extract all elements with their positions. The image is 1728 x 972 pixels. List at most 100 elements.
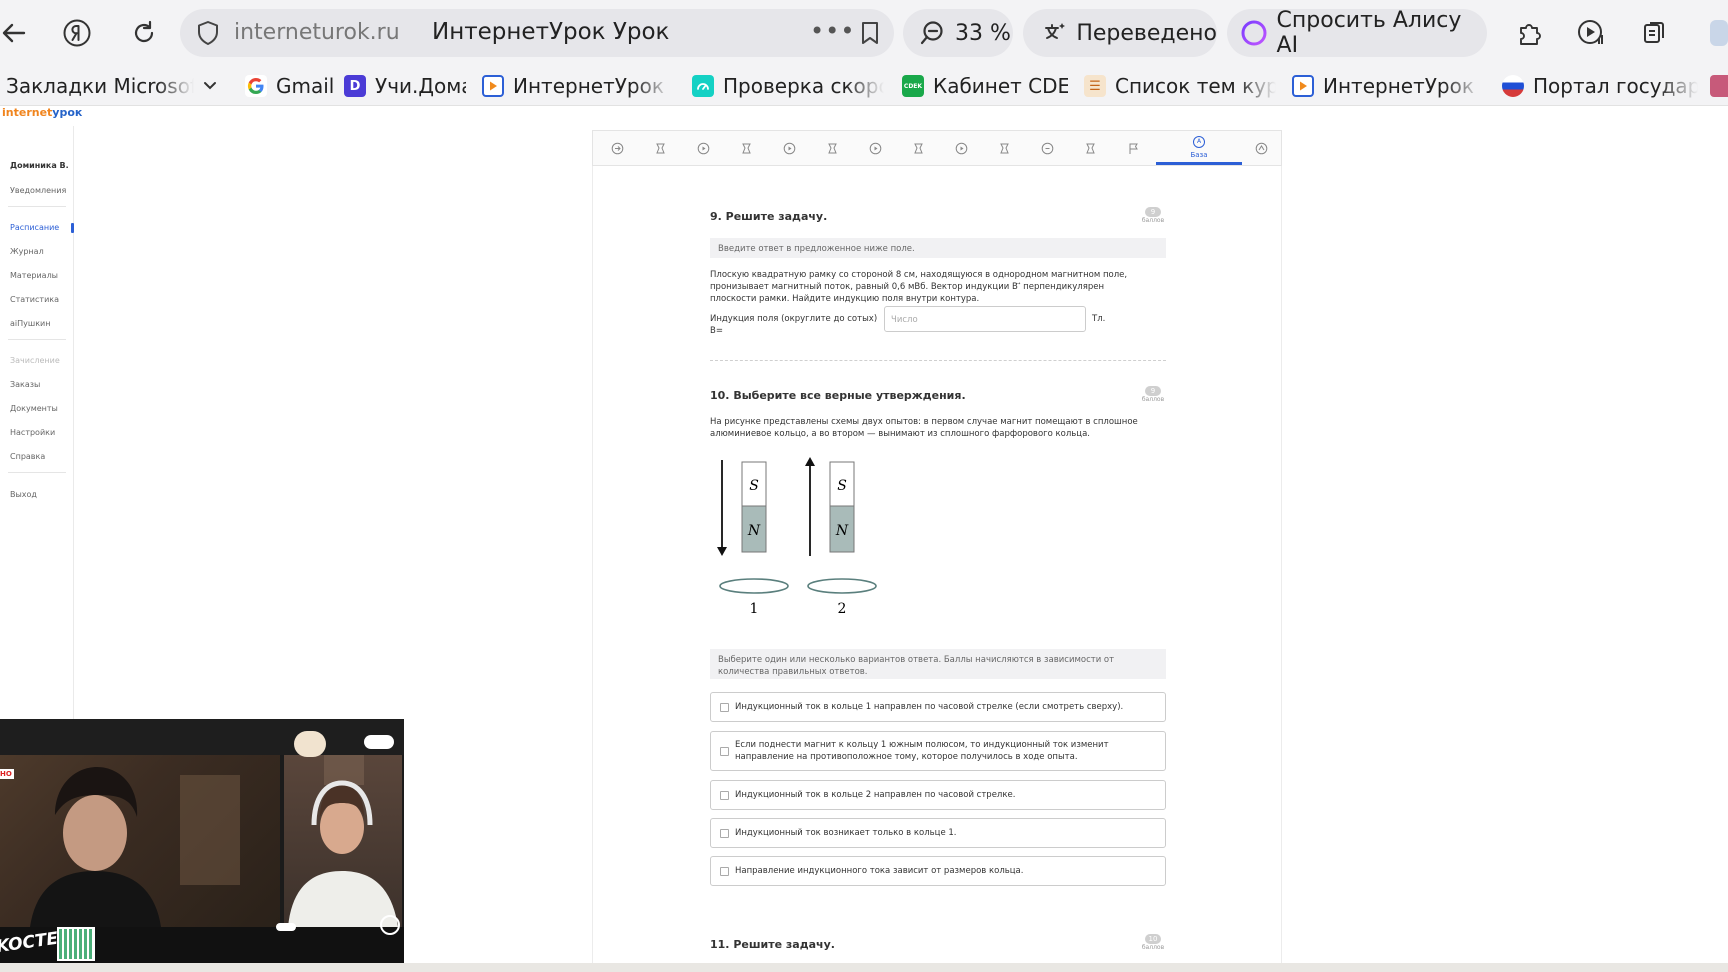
nav-step-trainer-icon[interactable] (651, 139, 669, 157)
profile-icon[interactable] (1700, 13, 1728, 53)
q10-title: 10. Выберите все верные утверждения. (710, 389, 966, 402)
tab-page-title: ИнтернетУрок Урок (432, 19, 670, 45)
overlay-top-band (0, 719, 404, 755)
bookmark-speedtest[interactable]: Проверка скорос (692, 71, 884, 101)
q9-unit: Тл. (1092, 314, 1106, 324)
q10-body: На рисунке представлены схемы двух опыто… (710, 417, 1138, 439)
bookmark-folder-microsoft[interactable]: Закладки Microsoft E (6, 71, 194, 101)
russia-flag-icon (1502, 75, 1524, 97)
pole-s-2: S (837, 478, 847, 494)
bookmark-overflow[interactable] (1710, 71, 1728, 101)
q10-option-2[interactable]: Если поднести магнит к кольцу 1 южным по… (710, 731, 1166, 771)
q10-option-5[interactable]: Направление индукционного тока зависит о… (710, 856, 1166, 886)
bookmark-label: Кабинет CDEK (933, 74, 1068, 98)
bookmark-gosuslugi[interactable]: Портал государс (1502, 71, 1698, 101)
sidebar-item-enrollment[interactable]: Зачисление (10, 356, 60, 365)
sidebar-item-help[interactable]: Справка (10, 452, 45, 461)
nav-step-flag-icon[interactable] (1124, 139, 1142, 157)
reload-icon[interactable] (124, 13, 164, 53)
nav-step-video-icon[interactable] (780, 139, 798, 157)
bookmark-label: Закладки Microsoft E (6, 74, 194, 98)
bookmark-label: Портал государс (1533, 74, 1698, 98)
sidebar-item-schedule[interactable]: Расписание (10, 223, 59, 232)
q10-option-4-text: Индукционный ток возникает только в коль… (735, 828, 957, 838)
more-dots-icon[interactable]: ••• (810, 17, 855, 45)
sidebar-item-notifications[interactable]: Уведомления (10, 186, 66, 195)
nav-step-trainer-icon[interactable] (909, 139, 927, 157)
q9-answer-input[interactable]: Число (884, 306, 1086, 332)
q9-points-badge: 9 баллов (1141, 207, 1165, 224)
shield-icon[interactable] (194, 19, 222, 47)
nav-step-advanced-icon[interactable] (1252, 139, 1270, 157)
q10-option-1[interactable]: Индукционный ток в кольце 1 направлен по… (710, 692, 1166, 722)
nav-step-video-icon[interactable] (694, 139, 712, 157)
bookmark-interneturok-2[interactable]: ИнтернетУрок Ра (1292, 71, 1482, 101)
stream-video-overlay[interactable]: HO KOCTEK (0, 719, 404, 963)
nav-step-trainer-icon[interactable] (823, 139, 841, 157)
sidebar-item-documents[interactable]: Документы (10, 404, 58, 413)
video-player-icon[interactable] (1571, 13, 1611, 53)
bookmark-label: Список тем курса (1115, 74, 1276, 98)
sidebar-item-statistics[interactable]: Статистика (10, 295, 59, 304)
sidebar-item-logout[interactable]: Выход (10, 490, 37, 499)
collections-icon[interactable] (1634, 13, 1674, 53)
ask-alice-label: Спросить Алису AI (1276, 8, 1462, 58)
nav-step-video-icon[interactable] (866, 139, 884, 157)
checkbox[interactable] (720, 790, 729, 800)
checkbox[interactable] (720, 866, 729, 876)
ring-1 (719, 578, 789, 594)
translated-button[interactable]: Переведено (1023, 9, 1217, 57)
address-host: interneturok.ru (234, 20, 400, 45)
sidebar-item-materials[interactable]: Материалы (10, 271, 58, 280)
webcam-feed-streamer (284, 755, 402, 927)
bookmark-interneturok-1[interactable]: ИнтернетУрок Ра (482, 71, 672, 101)
nav-step-chat-icon[interactable] (1038, 139, 1056, 157)
nav-step-trainer-icon[interactable] (995, 139, 1013, 157)
yandex-icon[interactable] (57, 13, 97, 53)
checkbox[interactable] (720, 828, 729, 838)
overlay-badge: HO (0, 769, 14, 779)
bookmark-icon[interactable] (856, 19, 884, 47)
q10-option-3[interactable]: Индукционный ток в кольце 2 направлен по… (710, 780, 1166, 810)
base-test-icon: A (1193, 136, 1205, 148)
nav-step-base-active[interactable]: A База (1156, 131, 1242, 165)
ring-2 (807, 578, 877, 594)
nav-step-start-icon[interactable] (608, 139, 626, 157)
webcam-feed-guest (0, 755, 280, 927)
sidebar-item-aipushkin[interactable]: аіПушкин (10, 319, 50, 328)
alice-icon (1237, 16, 1271, 50)
q10-option-4[interactable]: Индукционный ток возникает только в коль… (710, 818, 1166, 848)
checkbox[interactable] (720, 702, 729, 712)
ask-alice-button[interactable]: Спросить Алису AI (1227, 8, 1487, 58)
sidebar-item-orders[interactable]: Заказы (10, 380, 40, 389)
q11-title: 11. Решите задачу. (710, 938, 835, 951)
sidebar-divider (8, 206, 66, 207)
q10-option-2-text: Если поднести магнит к кольцу 1 южным по… (735, 740, 1109, 762)
pole-s-1: S (749, 478, 759, 494)
q10-option-3-text: Индукционный ток в кольце 2 направлен по… (735, 790, 1016, 800)
checkbox[interactable] (720, 746, 729, 756)
chevron-down-icon[interactable] (198, 70, 222, 100)
bookmark-gmail[interactable]: Gmail (245, 71, 337, 101)
address-bar[interactable]: interneturok.ru ИнтернетУрок Урок ••• (180, 9, 894, 57)
back-arrow-icon[interactable] (0, 13, 34, 53)
sidebar-user-name[interactable]: Доминика В. (10, 161, 69, 170)
bookmark-cdek[interactable]: CDEK Кабинет CDEK (902, 71, 1068, 101)
sidebar-item-journal[interactable]: Журнал (10, 247, 44, 256)
sidebar-active-indicator (71, 223, 74, 233)
sidebar-item-settings[interactable]: Настройки (10, 428, 55, 437)
nav-base-label: База (1190, 151, 1208, 159)
nav-step-trainer-icon[interactable] (737, 139, 755, 157)
nav-step-trainer-icon[interactable] (1081, 139, 1099, 157)
sidebar-divider (8, 472, 66, 473)
bookmark-uchi-doma[interactable]: D Учи.Дома (344, 71, 466, 101)
zoom-level: 33 % (955, 20, 1011, 46)
screen: interneturok.ru ИнтернетУрок Урок ••• 33… (0, 0, 1728, 972)
bookmark-course-topics[interactable]: ☰ Список тем курса (1084, 71, 1276, 101)
site-logo[interactable]: internetурок (2, 106, 82, 119)
q9-title: 9. Решите задачу. (710, 210, 828, 223)
nav-step-video-icon[interactable] (952, 139, 970, 157)
extensions-puzzle-icon[interactable] (1509, 13, 1549, 53)
planet-sticker-icon (380, 915, 400, 935)
zoom-button[interactable]: 33 % (903, 9, 1013, 57)
